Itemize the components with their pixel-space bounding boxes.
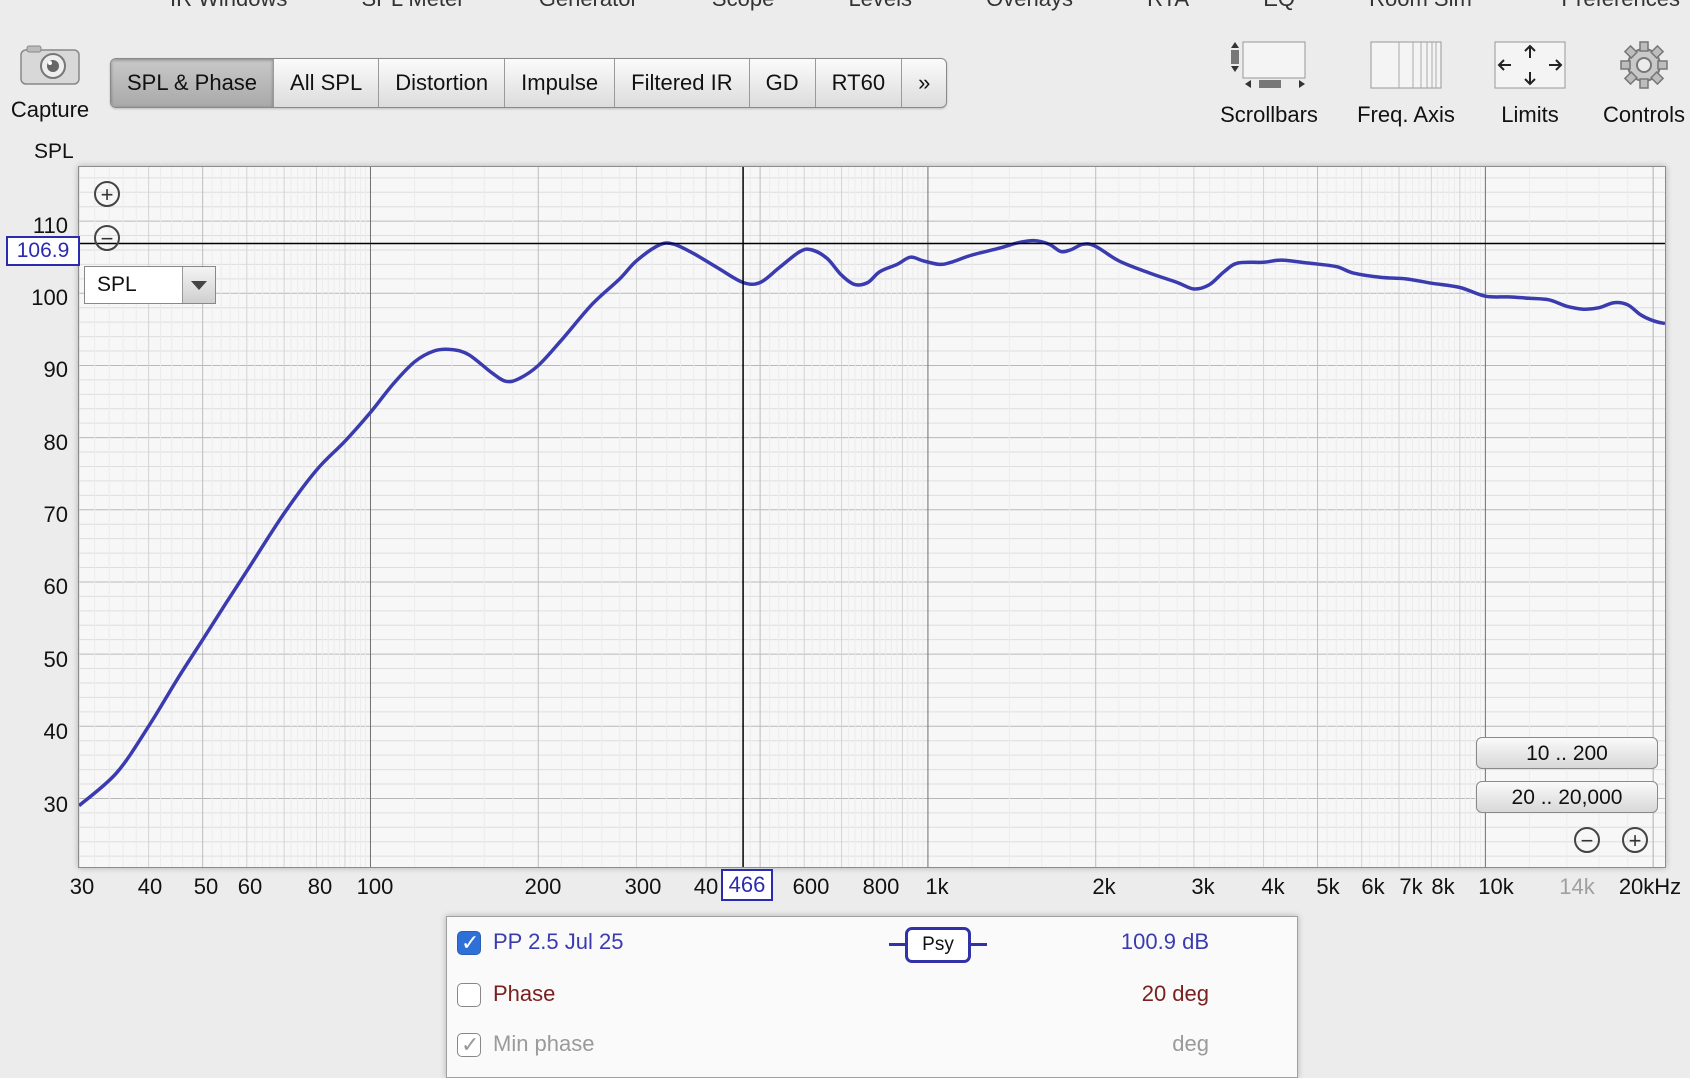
x-tick-label: 2k xyxy=(1092,874,1116,899)
x-tick-label: 4k xyxy=(1261,874,1285,899)
x-tick-label: 100 xyxy=(356,874,394,899)
gear-icon xyxy=(1620,41,1668,89)
phase-trace-checkbox[interactable] xyxy=(457,983,481,1007)
x-tick-label: 30 xyxy=(69,874,95,899)
x-tick-label: 14k xyxy=(1559,874,1595,899)
scrollbars-label: Scrollbars xyxy=(1220,102,1318,127)
spl-trace-checkbox[interactable] xyxy=(457,930,481,956)
limits-button[interactable]: Limits xyxy=(1484,40,1576,128)
range-10-200-button[interactable]: 10 .. 200 xyxy=(1476,737,1658,769)
x-tick-label: 3k xyxy=(1191,874,1215,899)
x-tick-label: 60 xyxy=(237,874,263,899)
x-tick-label: 80 xyxy=(307,874,333,899)
menu-rta[interactable]: RTA xyxy=(1147,0,1189,11)
x-tick-label: 300 xyxy=(624,874,662,899)
trace-select[interactable]: SPL xyxy=(84,266,216,304)
top-menu: IR Windows SPL Meter Generator Scope Lev… xyxy=(170,0,1540,12)
x-tick-label: 7k xyxy=(1399,874,1423,899)
freq-axis-button[interactable]: Freq. Axis xyxy=(1346,40,1466,128)
menu-preferences[interactable]: Preferences xyxy=(1561,0,1680,12)
y-tick-label: 70 xyxy=(43,502,68,527)
phase-trace-name: Phase xyxy=(493,981,556,1006)
x-tick-label: 5k xyxy=(1316,874,1340,899)
y-tick-label: 50 xyxy=(43,647,68,672)
zoom-in-x-icon[interactable]: + xyxy=(1622,827,1648,853)
limits-label: Limits xyxy=(1501,102,1559,127)
zoom-out-y-icon[interactable]: − xyxy=(94,225,120,251)
tab-spl-phase[interactable]: SPL & Phase xyxy=(111,59,275,107)
smoothing-badge[interactable]: Psy xyxy=(905,927,971,963)
trace-select-value: SPL xyxy=(97,273,137,296)
limits-icon xyxy=(1494,41,1566,89)
x-tick-label: 40 xyxy=(693,874,719,899)
x-tick-label: 20kHz xyxy=(1618,874,1682,899)
freq-axis-label: Freq. Axis xyxy=(1357,102,1455,127)
x-tick-label: 50 xyxy=(193,874,219,899)
min-phase-checkbox[interactable] xyxy=(457,1032,481,1058)
x-tick-label: 8k xyxy=(1431,874,1455,899)
y-tick-label: 100 xyxy=(31,285,68,310)
x-tick-label: 40 xyxy=(137,874,163,899)
spl-trace-value: 100.9 dB xyxy=(1120,929,1209,954)
spl-plot xyxy=(79,167,1665,867)
tab-filtered-ir[interactable]: Filtered IR xyxy=(615,59,750,107)
scrollbars-icon xyxy=(1231,41,1306,88)
y-tick-label: 90 xyxy=(43,357,68,382)
freq-axis-icon xyxy=(1370,41,1442,89)
x-tick-label: 10k xyxy=(1478,874,1514,899)
y-tick-label: 40 xyxy=(43,719,68,744)
menu-levels[interactable]: Levels xyxy=(848,0,912,11)
camera-icon xyxy=(20,45,80,85)
x-tick-label: 600 xyxy=(792,874,830,899)
zoom-out-x-icon[interactable]: − xyxy=(1574,827,1600,853)
y-tick-label: 80 xyxy=(43,430,68,455)
y-axis-title: SPL xyxy=(34,140,74,163)
line-swatch xyxy=(971,943,987,946)
menu-room-sim[interactable]: Room Sim xyxy=(1369,0,1472,11)
menu-overlays[interactable]: Overlays xyxy=(986,0,1073,11)
x-tick-label: 200 xyxy=(524,874,562,899)
y-tick-label: 60 xyxy=(43,574,68,599)
menu-generator[interactable]: Generator xyxy=(539,0,638,11)
x-tick-label: 6k xyxy=(1361,874,1385,899)
view-tabs: SPL & Phase All SPL Distortion Impulse F… xyxy=(110,58,948,108)
cursor-frequency-readout: 466 xyxy=(721,869,773,901)
tab-more[interactable]: » xyxy=(902,59,946,107)
cursor-spl-readout: 106.9 xyxy=(6,236,80,266)
line-swatch xyxy=(889,943,905,946)
spl-graph[interactable] xyxy=(78,166,1666,868)
zoom-in-y-icon[interactable]: + xyxy=(94,181,120,207)
tab-gd[interactable]: GD xyxy=(750,59,816,107)
min-phase-value: deg xyxy=(1172,1031,1209,1056)
y-tick-label: 30 xyxy=(43,792,68,817)
menu-eq[interactable]: EQ xyxy=(1263,0,1295,11)
x-tick-label: 800 xyxy=(862,874,900,899)
capture-button[interactable]: Capture xyxy=(6,44,94,123)
controls-label: Controls xyxy=(1603,102,1685,127)
scrollbars-button[interactable]: Scrollbars xyxy=(1212,40,1326,128)
tab-impulse[interactable]: Impulse xyxy=(505,59,616,107)
chevron-down-icon[interactable] xyxy=(182,267,215,303)
menu-scope[interactable]: Scope xyxy=(712,0,774,11)
phase-trace-value: 20 deg xyxy=(1141,981,1209,1006)
spl-trace-name: PP 2.5 Jul 25 xyxy=(493,929,624,954)
menu-spl-meter[interactable]: SPL Meter xyxy=(361,0,464,11)
range-20-20000-button[interactable]: 20 .. 20,000 xyxy=(1476,781,1658,813)
capture-label: Capture xyxy=(10,97,90,122)
x-tick-label: 1k xyxy=(925,874,949,899)
tab-rt60[interactable]: RT60 xyxy=(816,59,903,107)
tab-distortion[interactable]: Distortion xyxy=(379,59,506,107)
controls-button[interactable]: Controls xyxy=(1594,40,1690,128)
min-phase-name: Min phase xyxy=(493,1031,595,1056)
menu-ir-windows[interactable]: IR Windows xyxy=(170,0,287,11)
tab-all-spl[interactable]: All SPL xyxy=(274,59,380,107)
